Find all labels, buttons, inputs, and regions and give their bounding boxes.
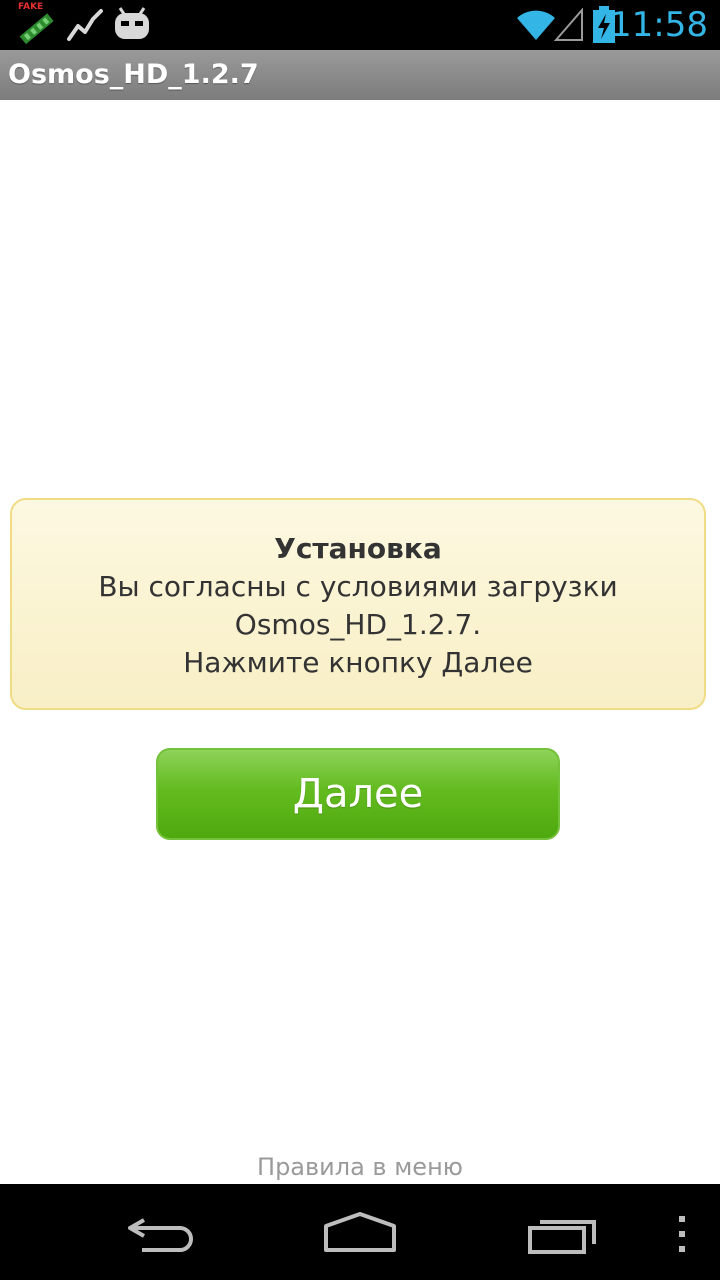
install-notice-box: Установка Вы согласны с условиями загруз… <box>10 498 706 710</box>
notice-line-2: Osmos_HD_1.2.7. <box>234 608 482 641</box>
notice-line-3: Нажмите кнопку Далее <box>183 646 533 679</box>
wifi-icon <box>516 8 556 46</box>
cyanogen-mascot-icon <box>112 6 152 46</box>
back-icon[interactable] <box>124 1214 196 1258</box>
fake-badge: FAKE <box>18 2 44 12</box>
recent-apps-icon[interactable] <box>526 1212 598 1260</box>
next-button[interactable]: Далее <box>156 748 560 840</box>
home-icon[interactable] <box>322 1210 398 1258</box>
rules-in-menu-text: Правила в меню <box>257 1153 463 1181</box>
menu-icon[interactable] <box>676 1214 688 1258</box>
signal-icon <box>553 7 584 46</box>
app-title: Osmos_HD_1.2.7 <box>8 59 259 90</box>
notice-heading: Установка <box>274 532 442 565</box>
status-bar: FAKE 11:58 <box>0 0 720 50</box>
navigation-bar <box>0 1184 720 1280</box>
fake-gps-icon: FAKE <box>14 2 58 46</box>
title-bar: Osmos_HD_1.2.7 <box>0 50 720 100</box>
notice-line-1: Вы согласны с условиями загрузки <box>98 570 618 603</box>
activity-graph-icon <box>66 6 104 48</box>
clock-time: 11:58 <box>610 5 708 45</box>
